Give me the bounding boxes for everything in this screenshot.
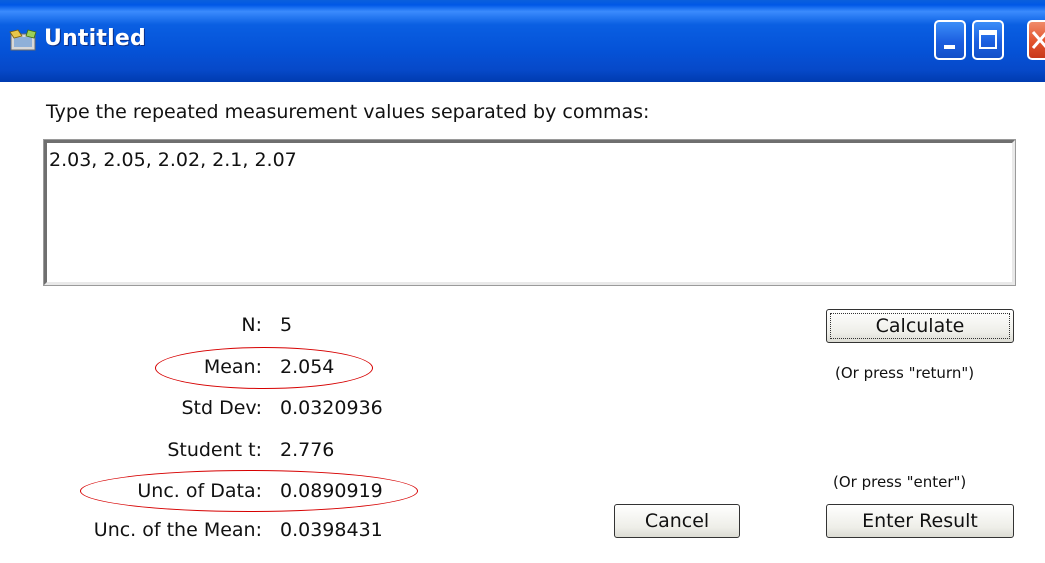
cancel-button[interactable]: Cancel (614, 504, 740, 538)
instruction-label: Type the repeated measurement values sep… (46, 101, 650, 123)
unc-data-highlight-oval (80, 470, 418, 512)
cancel-button-label: Cancel (644, 510, 710, 532)
student-t-label: Student t: (167, 439, 262, 461)
maximize-icon (979, 30, 997, 49)
measurements-input[interactable]: 2.03, 2.05, 2.02, 2.1, 2.07 (43, 139, 1016, 286)
focus-ring (830, 313, 1010, 339)
enter-result-button-label: Enter Result (862, 510, 978, 532)
mean-highlight-oval (155, 347, 373, 389)
close-button[interactable] (1027, 20, 1045, 60)
minimize-icon (944, 45, 955, 49)
std-dev-label: Std Dev: (181, 397, 262, 419)
app-icon (9, 29, 37, 51)
enter-result-button[interactable]: Enter Result (826, 504, 1014, 538)
window-title: Untitled (44, 26, 146, 51)
student-t-value: 2.776 (280, 439, 335, 461)
minimize-button[interactable] (934, 20, 966, 60)
unc-mean-value: 0.0398431 (280, 519, 383, 541)
calculate-button[interactable]: Calculate (826, 309, 1014, 343)
n-value: 5 (280, 314, 293, 336)
maximize-button[interactable] (972, 20, 1004, 60)
measurements-input-value: 2.03, 2.05, 2.02, 2.1, 2.07 (49, 149, 297, 171)
unc-mean-label: Unc. of the Mean: (93, 519, 262, 541)
title-bar[interactable]: Untitled (0, 0, 1045, 82)
calculate-hint: (Or press "return") (835, 364, 975, 382)
enter-hint: (Or press "enter") (833, 473, 967, 491)
std-dev-value: 0.0320936 (280, 397, 383, 419)
close-icon (1031, 31, 1045, 49)
n-label: N: (241, 314, 262, 336)
